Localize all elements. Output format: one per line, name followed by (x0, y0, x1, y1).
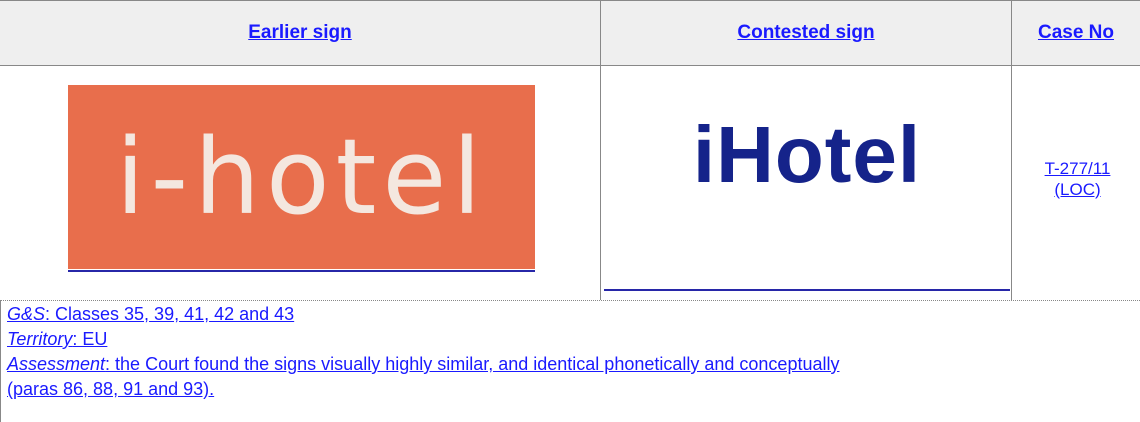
column-divider (600, 0, 601, 300)
assessment-text: : the Court found the signs visually hig… (105, 354, 840, 374)
gs-text: : Classes 35, 39, 41, 42 and 43 (45, 304, 295, 324)
gs-link[interactable]: G&S: Classes 35, 39, 41, 42 and 43 (7, 304, 294, 324)
case-notes: G&S: Classes 35, 39, 41, 42 and 43 Terri… (7, 302, 1140, 402)
assessment-paras-link[interactable]: (paras 86, 88, 91 and 93). (7, 379, 214, 399)
notes-territory-line: Territory: EU (7, 327, 1140, 352)
case-number-suffix-link[interactable]: (LOC) (1054, 180, 1100, 199)
header-earlier-sign: Earlier sign (0, 1, 600, 65)
case-number-link[interactable]: T-277/11 (1045, 159, 1111, 178)
header-case-no: Case No (1012, 1, 1140, 65)
territory-text: : EU (72, 329, 108, 349)
contested-logo-text: iHotel (692, 110, 922, 199)
gs-label: G&S (7, 304, 46, 324)
territory-link[interactable]: Territory: EU (7, 329, 107, 349)
column-divider (1011, 0, 1012, 300)
territory-label: Territory (7, 329, 73, 349)
case-number-cell: T-277/11 (LOC) (1015, 158, 1140, 200)
notes-assessment-continuation: (paras 86, 88, 91 and 93). (7, 377, 1140, 402)
earlier-sign-logo[interactable]: i-hotel (68, 85, 535, 269)
assessment-label: Assessment (7, 354, 106, 374)
case-no-link[interactable]: Case No (1038, 22, 1114, 44)
earlier-sign-link[interactable]: Earlier sign (248, 22, 352, 44)
notes-assessment-line: Assessment: the Court found the signs vi… (7, 352, 1140, 377)
contested-sign-link[interactable]: Contested sign (737, 22, 874, 44)
contested-sign-logo[interactable]: iHotel (604, 100, 1010, 210)
table-header: Earlier sign Contested sign Case No (0, 0, 1140, 66)
contested-logo-link-underline (604, 289, 1010, 291)
notes-gs-line: G&S: Classes 35, 39, 41, 42 and 43 (7, 302, 1140, 327)
case-table: Earlier sign Contested sign Case No i-ho… (0, 0, 1140, 422)
earlier-logo-text: i-hotel (115, 116, 488, 238)
header-contested-sign: Contested sign (601, 1, 1011, 65)
earlier-logo-link-underline (68, 270, 535, 272)
assessment-link[interactable]: Assessment: the Court found the signs vi… (7, 354, 839, 374)
left-border (0, 300, 1, 422)
